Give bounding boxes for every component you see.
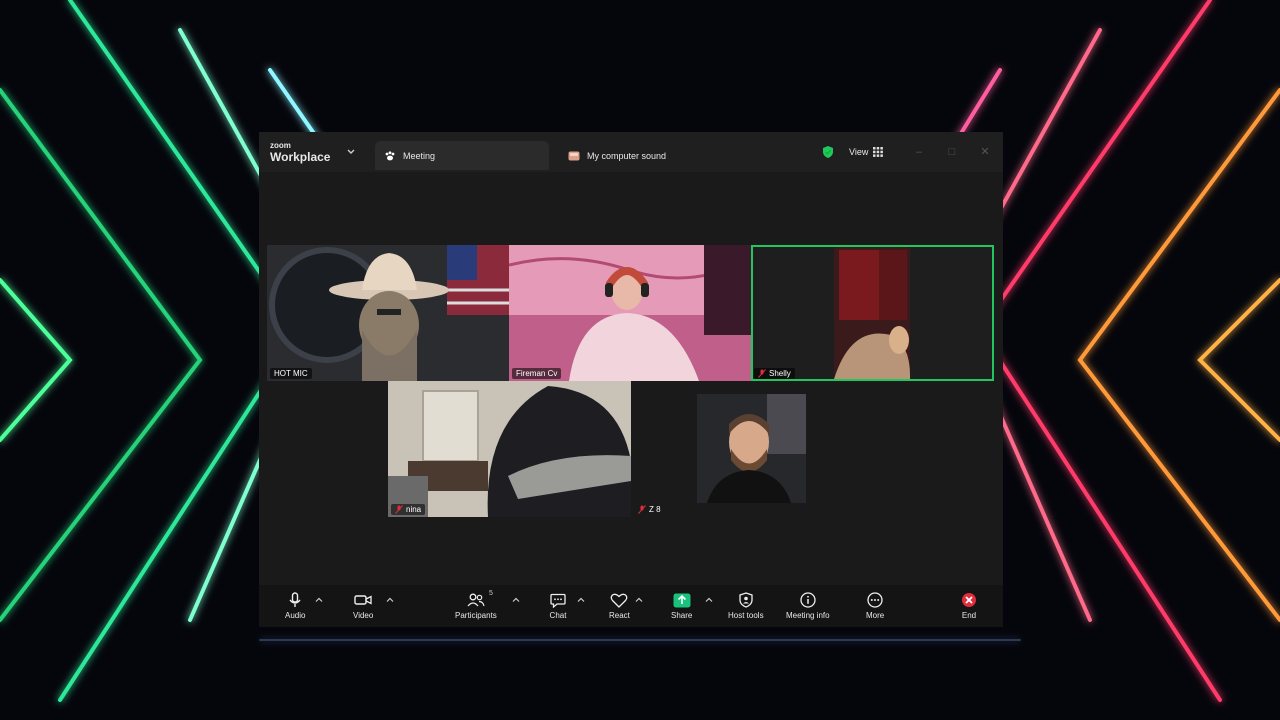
chevron-down-icon[interactable] (346, 147, 356, 157)
microphone-icon (286, 591, 304, 609)
video-tile-nina[interactable]: nina (388, 381, 631, 517)
video-button[interactable]: Video (353, 591, 373, 620)
meeting-info-button[interactable]: Meeting info (786, 591, 830, 620)
audio-label: Audio (285, 611, 306, 620)
video-gallery: HOT MIC Fireman Cv Shelly nina Z 8 (259, 172, 1003, 585)
video-feed (267, 245, 509, 381)
tab-sound-label: My computer sound (587, 150, 667, 161)
zoom-workplace-logo[interactable]: zoom Workplace (270, 141, 331, 164)
logo-top-text: zoom (270, 141, 291, 150)
paw-icon (383, 149, 397, 163)
end-label: End (961, 611, 977, 620)
chat-button[interactable]: Chat (549, 591, 567, 620)
audio-button[interactable]: Audio (285, 591, 305, 620)
tab-meeting-label: Meeting (403, 150, 436, 161)
video-feed (697, 394, 806, 503)
video-feed (751, 245, 994, 381)
participants-count-badge: 5 (489, 590, 493, 597)
audio-options-chevron-up-icon[interactable] (315, 596, 323, 604)
tab-computer-sound[interactable]: My computer sound (559, 141, 739, 170)
video-tile-hot-mic[interactable]: HOT MIC (267, 245, 509, 381)
participant-name-tag: Z 8 (634, 504, 665, 515)
maximize-icon[interactable]: □ (945, 145, 959, 159)
encryption-shield-icon[interactable] (821, 144, 835, 160)
react-label: React (609, 611, 630, 620)
meeting-controls-toolbar: Audio Video Participants 5 Chat React Sh… (259, 585, 1003, 627)
end-call-icon (960, 591, 978, 609)
close-icon[interactable]: ✕ (978, 145, 992, 159)
video-feed (509, 245, 751, 381)
more-label: More (866, 611, 885, 620)
minimize-icon[interactable]: – (912, 145, 926, 159)
video-camera-icon (354, 591, 372, 609)
tab-meeting[interactable]: Meeting (375, 141, 549, 170)
title-bar: zoom Workplace Meeting My computer sound… (259, 132, 1003, 172)
end-meeting-button[interactable]: End (960, 591, 978, 620)
host-tools-button[interactable]: Host tools (728, 591, 764, 620)
participants-label: Participants (455, 611, 497, 620)
react-options-chevron-up-icon[interactable] (635, 596, 643, 604)
more-button[interactable]: More (866, 591, 884, 620)
chat-options-chevron-up-icon[interactable] (577, 596, 585, 604)
video-options-chevron-up-icon[interactable] (386, 596, 394, 604)
host-tools-label: Host tools (728, 611, 764, 620)
participant-name: Fireman Cv (516, 369, 558, 378)
view-label: View (849, 147, 869, 157)
view-button[interactable]: View (849, 144, 884, 160)
react-button[interactable]: React (609, 591, 630, 620)
logo-bottom-text: Workplace (270, 150, 331, 164)
video-feed (388, 381, 631, 517)
participant-name: HOT MIC (274, 369, 308, 378)
participant-name: Z 8 (649, 505, 661, 514)
share-options-chevron-up-icon[interactable] (705, 596, 713, 604)
video-tile-shelly[interactable]: Shelly (751, 245, 994, 381)
chat-label: Chat (549, 611, 567, 620)
microphone-muted-icon (638, 505, 646, 514)
zoom-meeting-window: zoom Workplace Meeting My computer sound… (259, 132, 1003, 627)
participant-name-tag: nina (391, 504, 426, 515)
participants-icon (467, 591, 485, 609)
video-label: Video (353, 611, 374, 620)
video-tile-participant[interactable] (697, 394, 806, 503)
meeting-info-label: Meeting info (786, 611, 830, 620)
more-options-icon (866, 591, 884, 609)
share-screen-icon (673, 591, 691, 609)
video-tile-fireman-cv[interactable]: Fireman Cv (509, 245, 751, 381)
participants-options-chevron-up-icon[interactable] (512, 596, 520, 604)
participant-name-tag: Fireman Cv (512, 368, 562, 379)
heart-icon (610, 591, 628, 609)
chat-bubble-icon (549, 591, 567, 609)
participant-name: nina (406, 505, 422, 514)
participant-name: Shelly (769, 369, 791, 378)
host-tools-shield-icon (737, 591, 755, 609)
participant-name-tag: Shelly (754, 368, 795, 379)
share-button[interactable]: Share (671, 591, 692, 620)
microphone-muted-icon (758, 369, 766, 378)
participant-name-tag: HOT MIC (270, 368, 312, 379)
app-thumbnail-icon (567, 149, 581, 163)
microphone-muted-icon (395, 505, 403, 514)
video-tile-z8[interactable]: Z 8 (631, 381, 694, 517)
info-icon (799, 591, 817, 609)
grid-icon (873, 147, 884, 157)
share-label: Share (671, 611, 693, 620)
